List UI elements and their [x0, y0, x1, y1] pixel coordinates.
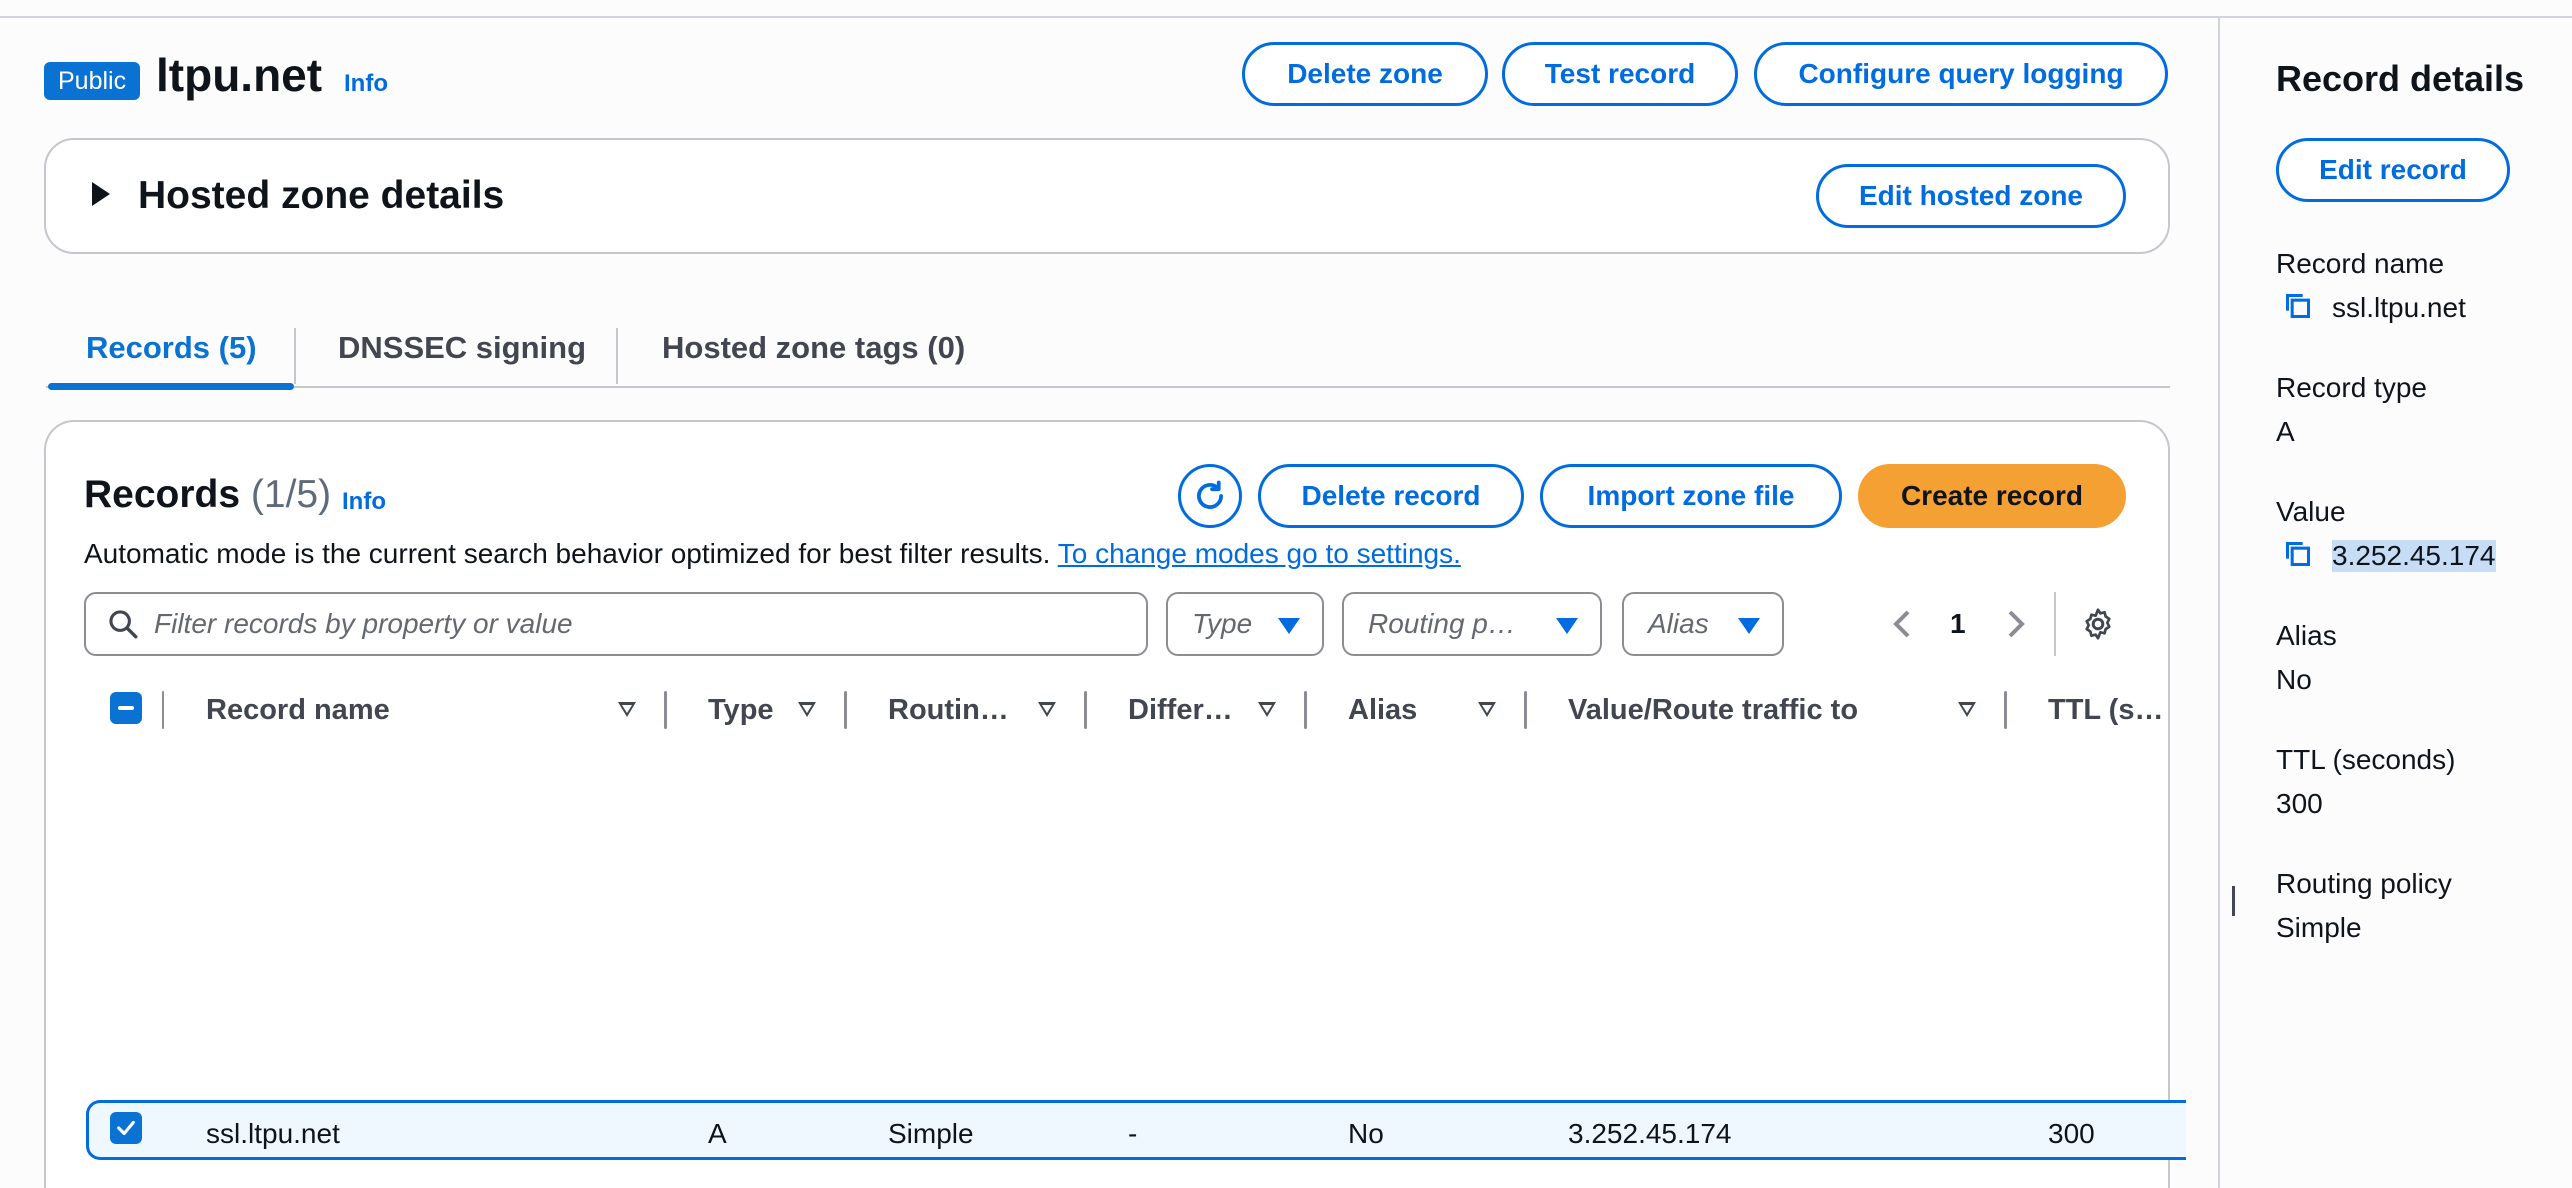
hosted-zone-details-panel: Hosted zone details Edit hosted zone — [44, 138, 2170, 254]
records-info-link[interactable]: Info — [342, 488, 386, 516]
sort-icon[interactable] — [618, 702, 636, 717]
column-header-record-name[interactable]: Record name — [206, 678, 390, 742]
configure-query-logging-button[interactable]: Configure query logging — [1754, 42, 2168, 106]
column-header-routing[interactable]: Routin… — [888, 678, 1009, 742]
type-filter-label: Type — [1192, 608, 1253, 639]
description-text: Automatic mode is the current search beh… — [84, 538, 1051, 569]
routing-filter-select[interactable]: Routing p… — [1342, 592, 1602, 656]
tab-dnssec-signing[interactable]: DNSSEC signing — [338, 308, 586, 388]
column-header-type[interactable]: Type — [708, 678, 774, 742]
value-value: 3.252.45.174 — [2332, 540, 2496, 572]
alias-value: No — [2276, 664, 2312, 695]
chevron-right-icon[interactable] — [2002, 608, 2030, 640]
cell-routing: Simple — [888, 1118, 974, 1149]
public-badge: Public — [44, 62, 141, 100]
tab-divider — [294, 328, 296, 384]
expand-caret-icon[interactable] — [92, 182, 110, 206]
record-name-value: ssl.ltpu.net — [2332, 292, 2466, 323]
record-details-title: Record details — [2276, 58, 2525, 99]
sort-icon[interactable] — [1258, 702, 1276, 717]
checkmark-icon — [117, 1120, 135, 1136]
delete-zone-button[interactable]: Delete zone — [1242, 42, 1488, 106]
ttl-label: TTL (seconds) — [2276, 744, 2456, 775]
records-panel — [44, 420, 2170, 1188]
refresh-button[interactable] — [1178, 464, 1242, 528]
records-title: Records — [84, 473, 241, 516]
column-header-differentiator[interactable]: Differ… — [1128, 678, 1233, 742]
column-divider — [162, 691, 164, 729]
alias-filter-select[interactable]: Alias — [1622, 592, 1784, 656]
test-record-button[interactable]: Test record — [1502, 42, 1738, 106]
hosted-zone-details-title[interactable]: Hosted zone details — [138, 174, 504, 218]
row-checkbox[interactable] — [110, 1112, 142, 1144]
alias-label: Alias — [2276, 620, 2337, 651]
copy-icon[interactable] — [2284, 540, 2312, 568]
routing-filter-label: Routing p… — [1368, 608, 1516, 639]
records-heading: Records (1/5) — [84, 473, 331, 517]
cell-type: A — [708, 1118, 727, 1149]
current-page[interactable]: 1 — [1950, 592, 1966, 656]
sort-icon[interactable] — [798, 702, 816, 717]
record-details-panel: Record details Edit record Record name s… — [2218, 18, 2572, 1188]
cell-ttl: 300 — [2048, 1118, 2095, 1149]
panel-resize-handle[interactable] — [2232, 886, 2235, 916]
record-type-value: A — [2276, 416, 2295, 447]
edit-hosted-zone-button[interactable]: Edit hosted zone — [1816, 164, 2126, 228]
active-tab-indicator — [48, 383, 294, 390]
column-resizer[interactable] — [1084, 691, 1087, 729]
tab-records[interactable]: Records (5) — [86, 308, 257, 388]
ttl-value: 300 — [2276, 788, 2323, 819]
indeterminate-dash-icon — [118, 706, 134, 710]
cell-differentiator: - — [1128, 1118, 1138, 1149]
caret-down-icon — [1278, 618, 1300, 634]
routing-policy-label: Routing policy — [2276, 868, 2452, 899]
alias-filter-label: Alias — [1648, 608, 1709, 639]
pager-divider — [2054, 592, 2056, 656]
cell-record-name: ssl.ltpu.net — [206, 1118, 340, 1149]
column-resizer[interactable] — [2004, 691, 2007, 729]
record-name-label: Record name — [2276, 248, 2445, 279]
column-resizer[interactable] — [664, 691, 667, 729]
refresh-icon — [1197, 480, 1223, 509]
import-zone-file-button[interactable]: Import zone file — [1540, 464, 1842, 528]
create-record-button[interactable]: Create record — [1858, 464, 2126, 528]
page-title: ltpu.net — [156, 49, 323, 101]
column-resizer[interactable] — [1524, 691, 1527, 729]
column-header-alias[interactable]: Alias — [1348, 678, 1417, 742]
sort-icon[interactable] — [1478, 702, 1496, 717]
record-type-label: Record type — [2276, 372, 2427, 403]
settings-gear-icon[interactable] — [2080, 606, 2116, 642]
column-header-value[interactable]: Value/Route traffic to — [1568, 678, 1858, 742]
value-label: Value — [2276, 496, 2346, 527]
sort-icon[interactable] — [1038, 702, 1056, 717]
select-all-checkbox[interactable] — [110, 692, 142, 724]
sort-icon[interactable] — [1958, 702, 1976, 717]
copy-icon[interactable] — [2284, 292, 2312, 320]
settings-link[interactable]: To change modes go to settings. — [1058, 538, 1461, 569]
tab-hosted-zone-tags[interactable]: Hosted zone tags (0) — [662, 308, 965, 388]
column-resizer[interactable] — [844, 691, 847, 729]
records-count: (1/5) — [250, 473, 332, 516]
caret-down-icon — [1738, 618, 1760, 634]
column-resizer[interactable] — [1304, 691, 1307, 729]
cell-alias: No — [1348, 1118, 1384, 1149]
type-filter-select[interactable]: Type — [1166, 592, 1324, 656]
delete-record-button[interactable]: Delete record — [1258, 464, 1524, 528]
routing-policy-value: Simple — [2276, 912, 2362, 943]
tab-divider — [616, 328, 618, 384]
chevron-left-icon[interactable] — [1888, 608, 1916, 640]
search-icon — [109, 610, 138, 639]
column-header-ttl[interactable]: TTL (s… — [2048, 678, 2163, 742]
search-input[interactable] — [154, 608, 1114, 640]
edit-record-button[interactable]: Edit record — [2276, 138, 2510, 202]
caret-down-icon — [1556, 618, 1578, 634]
search-mode-description: Automatic mode is the current search beh… — [84, 538, 1461, 570]
zone-info-link[interactable]: Info — [344, 70, 388, 98]
tab-bar: Records (5) DNSSEC signing Hosted zone t… — [46, 308, 2170, 390]
records-search-box[interactable] — [84, 592, 1148, 656]
main-content: Public ltpu.net Info Delete zone Test re… — [0, 18, 2218, 1188]
cell-value: 3.252.45.174 — [1568, 1118, 1732, 1149]
